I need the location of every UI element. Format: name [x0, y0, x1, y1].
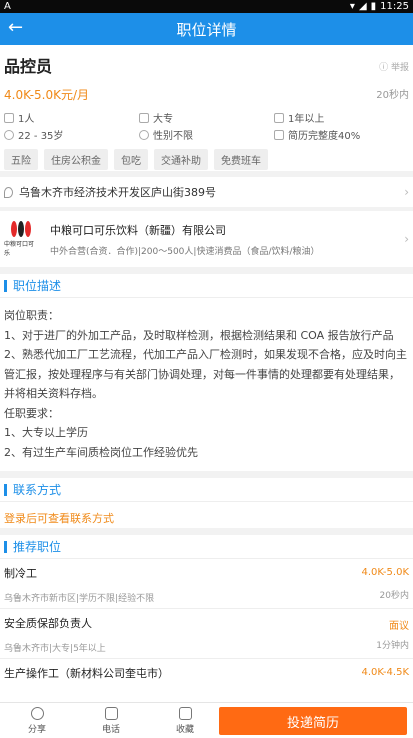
report-label: 举报 — [390, 63, 409, 73]
description-line: 岗位职责： — [4, 309, 59, 322]
logo-red-shape-2 — [25, 221, 31, 237]
company-name: 中粮可口可乐饮料（新疆）有限公司 — [50, 223, 226, 237]
submit-resume-button[interactable]: 投递简历 — [219, 707, 407, 735]
benefit-tag: 包吃 — [114, 149, 148, 170]
share-button[interactable]: 分享 — [0, 706, 74, 735]
benefit-tags: 五险 住房公积金 包吃 交通补助 免费班车 — [4, 149, 409, 170]
wifi-icon: ▾ — [349, 1, 355, 12]
benefit-tag: 交通补助 — [154, 149, 208, 170]
company-logo: 中粮可口可乐 — [4, 219, 38, 259]
location-pin-icon — [4, 186, 13, 198]
status-left-label: A — [4, 1, 11, 12]
status-time: 11:25 — [380, 1, 409, 12]
description-line: 1、大专以上学历 — [4, 426, 88, 439]
benefit-tag: 五险 — [4, 149, 38, 170]
status-bar: A ▾ ◢ ▮ 11:25 — [0, 0, 413, 13]
section-title: 职位描述 — [13, 279, 62, 293]
briefcase-icon — [274, 112, 284, 123]
logo-red-shape — [11, 221, 17, 237]
logo-black-shape — [18, 221, 24, 237]
attr-resume: 简历完整度40% — [274, 127, 409, 142]
section-title: 联系方式 — [13, 483, 62, 497]
rec-job-meta: 乌鲁木齐市|大专|5年以上 — [4, 644, 106, 654]
attr-headcount-text: 1人 — [18, 114, 35, 125]
attr-age-text: 22 - 35岁 — [18, 131, 64, 142]
description-line: 1、对于进厂的外加工产品，及时取样检测，根据检测结果和 COA 报告放行产品 — [4, 328, 394, 342]
attr-headcount: 1人 — [4, 110, 139, 125]
page-title: 职位详情 — [176, 20, 237, 39]
section-marker — [4, 279, 7, 292]
attr-education: 大专 — [139, 110, 274, 125]
education-icon — [139, 112, 149, 123]
top-nav-bar: ← 职位详情 — [0, 13, 413, 45]
recommended-job-item[interactable]: 制冷工 4.0K-5.0K 乌鲁木齐市新市区|学历不限|经验不限 20秒内 — [0, 559, 413, 609]
work-address: 乌鲁木齐市经济技术开发区庐山街389号 — [19, 186, 216, 199]
company-info: 中外合营(合资．合作)|200～500人|快速消费品（食品/饮料/粮油） — [50, 246, 320, 257]
company-text: 中粮可口可乐饮料（新疆）有限公司 中外合营(合资．合作)|200～500人|快速… — [50, 222, 320, 257]
contact-section: 联系方式 登录后可查看联系方式 — [0, 478, 413, 528]
report-button[interactable]: ⓘ 举报 — [379, 60, 409, 73]
job-summary-card: 品控员 ⓘ 举报 4.0K-5.0K元/月 20秒内 1人 大专 1年以上 22… — [0, 45, 413, 171]
job-attributes: 1人 大专 1年以上 22 - 35岁 性别不限 简历完整度40% — [4, 110, 409, 142]
chevron-right-icon: › — [404, 185, 409, 199]
attr-age: 22 - 35岁 — [4, 127, 139, 142]
chevron-right-icon: › — [404, 232, 409, 246]
rec-job-pay: 4.0K-4.5K — [361, 667, 409, 678]
attr-resume-text: 简历完整度40% — [288, 131, 361, 142]
company-logo-text: 中粮可口可乐 — [4, 241, 35, 257]
rec-job-title: 制冷工 — [4, 567, 37, 580]
phone-label: 电话 — [101, 724, 120, 735]
benefit-tag: 住房公积金 — [44, 149, 108, 170]
rec-job-pay: 面议 — [389, 621, 409, 632]
job-description: 岗位职责： 1、对于进厂的外加工产品，及时取样检测，根据检测结果和 COA 报告… — [0, 298, 413, 471]
people-icon — [4, 112, 14, 123]
job-salary: 4.0K-5.0K元/月 — [4, 88, 90, 102]
section-marker — [4, 540, 7, 553]
posted-time: 20秒内 — [376, 90, 409, 101]
attr-education-text: 大专 — [153, 114, 173, 125]
battery-icon: ▮ — [370, 1, 377, 12]
attr-experience: 1年以上 — [274, 110, 409, 125]
job-title: 品控员 — [4, 57, 53, 76]
resume-icon — [274, 129, 284, 140]
clock-icon — [4, 129, 14, 140]
section-header: 联系方式 — [0, 478, 413, 502]
back-icon[interactable]: ← — [8, 19, 23, 37]
favorite-label: 收藏 — [175, 724, 194, 735]
company-row[interactable]: 中粮可口可乐 中粮可口可乐饮料（新疆）有限公司 中外合营(合资．合作)|200～… — [0, 211, 413, 267]
rec-job-meta: 乌鲁木齐市新市区|学历不限|经验不限 — [4, 594, 155, 604]
login-to-view-contact-link[interactable]: 登录后可查看联系方式 — [0, 502, 413, 528]
description-line: 2、熟悉代加工厂工艺流程，代加工产品入厂检测时，如果发现不合格，应及时向主管汇报… — [4, 348, 407, 400]
bottom-action-bar: 分享 电话 收藏 投递简历 — [0, 702, 413, 738]
rec-job-time: 1分钟内 — [376, 641, 409, 651]
work-address-row[interactable]: 乌鲁木齐市经济技术开发区庐山街389号 › — [0, 177, 413, 207]
company-logo-mark — [11, 221, 31, 237]
rec-job-title: 安全质保部负责人 — [4, 617, 92, 630]
section-marker — [4, 483, 7, 496]
job-description-section: 职位描述 岗位职责： 1、对于进厂的外加工产品，及时取样检测，根据检测结果和 C… — [0, 274, 413, 471]
rec-job-pay: 4.0K-5.0K — [361, 567, 409, 578]
section-title: 推荐职位 — [13, 540, 62, 554]
star-icon — [178, 706, 192, 720]
benefit-tag: 免费班车 — [214, 149, 268, 170]
favorite-button[interactable]: 收藏 — [148, 706, 222, 735]
share-icon — [30, 706, 44, 720]
signal-icon: ◢ — [358, 1, 367, 12]
attr-experience-text: 1年以上 — [288, 114, 325, 125]
share-label: 分享 — [27, 724, 46, 735]
phone-button[interactable]: 电话 — [74, 706, 148, 735]
section-header: 职位描述 — [0, 274, 413, 298]
rec-job-time: 20秒内 — [379, 591, 409, 601]
phone-icon — [104, 706, 118, 720]
recommended-job-item[interactable]: 安全质保部负责人 面议 乌鲁木齐市|大专|5年以上 1分钟内 — [0, 609, 413, 659]
attr-gender-text: 性别不限 — [153, 131, 193, 142]
description-line: 任职要求： — [4, 406, 59, 420]
recommended-jobs-section: 推荐职位 制冷工 4.0K-5.0K 乌鲁木齐市新市区|学历不限|经验不限 20… — [0, 535, 413, 709]
section-header: 推荐职位 — [0, 535, 413, 559]
rec-job-title: 生产操作工（新材料公司奎屯市） — [4, 667, 169, 680]
attr-gender: 性别不限 — [139, 127, 274, 142]
description-line: 2、有过生产车间质检岗位工作经验优先 — [4, 445, 198, 459]
gender-icon — [139, 129, 149, 140]
